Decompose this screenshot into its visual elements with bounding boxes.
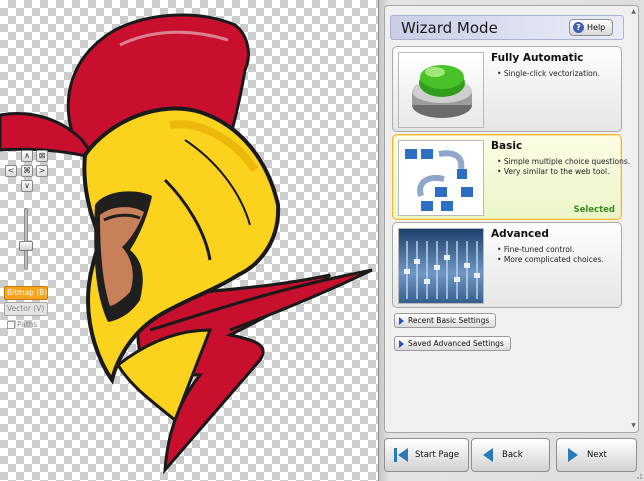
next-arrow-icon: [566, 447, 580, 463]
card-bullets: Fine-tuned control. More complicated cho…: [497, 245, 621, 265]
recent-basic-label: Recent Basic Settings: [408, 316, 490, 325]
mixing-console-icon: [398, 228, 484, 304]
next-button[interactable]: Next: [556, 438, 637, 472]
card-bullets: Simple multiple choice questions. Very s…: [497, 157, 630, 177]
card-bullets: Single-click vectorization.: [497, 69, 621, 79]
pan-zoom-pad: ∧ ⊠ < ⌘ > ∨: [5, 150, 49, 194]
help-label: Help: [587, 23, 606, 32]
recent-basic-settings-button[interactable]: Recent Basic Settings: [394, 313, 497, 328]
skip-to-start-icon: [394, 447, 408, 463]
resize-grip-icon[interactable]: [634, 471, 642, 479]
start-page-label: Start Page: [415, 450, 460, 460]
selected-badge: Selected: [573, 205, 615, 215]
bullet: Simple multiple choice questions.: [497, 157, 630, 167]
paths-label: Paths: [17, 320, 38, 329]
start-page-button[interactable]: Start Page: [384, 438, 469, 472]
card-title: Advanced: [491, 228, 549, 240]
next-label: Next: [587, 450, 607, 460]
bullet: Very similar to the web tool.: [497, 167, 621, 177]
page-title: Wizard Mode: [401, 19, 498, 37]
scroll-up-icon[interactable]: ▲: [629, 8, 638, 16]
wizard-panel: Wizard Mode ? Help Fully Automatic • Sin…: [378, 0, 644, 481]
bullet: Fine-tuned control.: [497, 245, 621, 255]
saved-advanced-settings-button[interactable]: Saved Advanced Settings: [394, 336, 511, 351]
paths-toggle[interactable]: Paths: [4, 318, 48, 332]
zoom-slider-track[interactable]: [24, 208, 28, 270]
image-canvas[interactable]: ∧ ⊠ < ⌘ > ∨ Bitmap (B) Vector (V) Paths: [0, 0, 378, 481]
scroll-down-icon[interactable]: ▼: [629, 422, 638, 430]
wizard-header: Wizard Mode ? Help: [390, 15, 624, 40]
pan-left-button[interactable]: <: [5, 165, 17, 177]
bullet: Single-click vectorization.: [497, 69, 621, 79]
play-arrow-icon: [399, 316, 404, 325]
back-arrow-icon: [481, 447, 495, 463]
card-title: Basic: [491, 140, 523, 152]
view-mode-group: Bitmap (B) Vector (V) Paths: [4, 286, 48, 334]
bitmap-mode-button[interactable]: Bitmap (B): [4, 286, 48, 300]
mode-card-fully-automatic[interactable]: Fully Automatic Single-click vectorizati…: [392, 46, 622, 132]
zoom-in-button[interactable]: ∧: [21, 150, 33, 162]
saved-advanced-label: Saved Advanced Settings: [408, 339, 504, 348]
fit-window-button[interactable]: ⊠: [36, 150, 48, 162]
wizard-content: Wizard Mode ? Help Fully Automatic • Sin…: [384, 5, 639, 433]
vector-mode-button[interactable]: Vector (V): [4, 302, 48, 316]
back-label: Back: [502, 450, 523, 460]
mode-card-advanced[interactable]: Advanced Fine-tuned control. More compli…: [392, 222, 622, 308]
actual-size-button[interactable]: ⌘: [21, 165, 33, 177]
pan-right-button[interactable]: >: [36, 165, 48, 177]
card-title: Fully Automatic: [491, 52, 584, 64]
spartan-helmet-artwork: [0, 13, 373, 475]
bullet: More complicated choices.: [497, 255, 621, 265]
play-arrow-icon: [399, 339, 404, 348]
zoom-out-button[interactable]: ∨: [21, 180, 33, 192]
mode-card-basic[interactable]: Basic Simple multiple choice questions. …: [392, 134, 630, 220]
green-button-icon: [398, 52, 484, 128]
question-icon: ?: [573, 22, 584, 33]
help-button[interactable]: ? Help: [569, 19, 613, 36]
paths-checkbox[interactable]: [7, 321, 15, 329]
back-button[interactable]: Back: [471, 438, 550, 472]
flowchart-icon: [398, 140, 484, 216]
zoom-slider-thumb[interactable]: [19, 241, 33, 251]
